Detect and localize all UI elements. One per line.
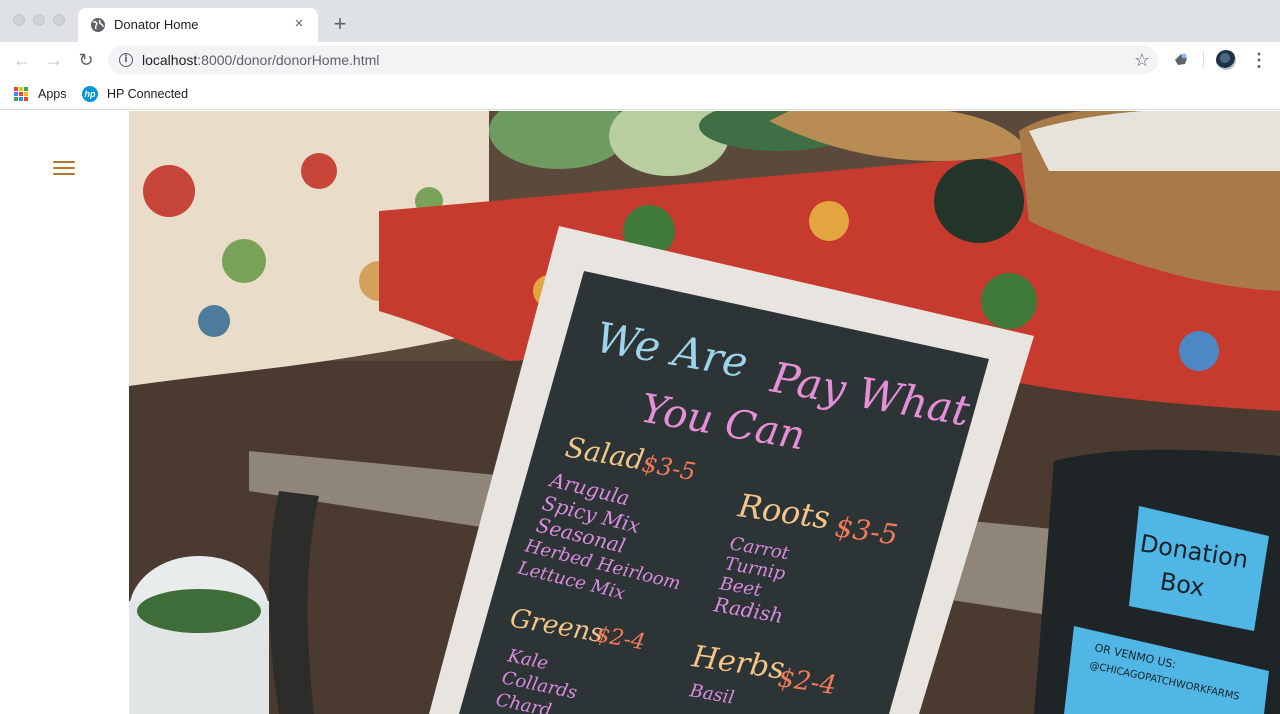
reload-icon[interactable]: ↻ [75,49,97,71]
address-bar[interactable]: i localhost:8000/donor/donorHome.html ☆ [108,46,1158,74]
tab-close-icon[interactable]: × [290,15,308,33]
url-host: localhost [142,52,198,68]
bookmark-label: HP Connected [107,87,189,101]
url-text[interactable]: localhost:8000/donor/donorHome.html [142,52,379,68]
tab-strip: Donator Home × + [0,0,1280,42]
back-arrow-icon[interactable]: ← [11,49,33,71]
sidebar [0,111,129,714]
url-path: :8000/donor/donorHome.html [197,52,380,68]
new-tab-button[interactable]: + [330,13,350,35]
browser-tab[interactable]: Donator Home × [78,8,318,42]
browser-menu-icon[interactable]: ⋮ [1250,50,1268,70]
toolbar-divider [1203,51,1204,67]
window-minimize-button[interactable] [33,14,45,26]
site-info-icon[interactable]: i [119,53,133,67]
bookmark-label: Apps [38,87,67,101]
window-maximize-button[interactable] [53,14,65,26]
globe-icon [91,18,105,32]
hero-image: We Are Pay What You Can Salad $3-5 Arugu… [129,111,1280,714]
forward-arrow-icon[interactable]: → [43,49,65,71]
page-content: We Are Pay What You Can Salad $3-5 Arugu… [0,111,1280,714]
hamburger-menu-icon[interactable] [53,161,75,177]
browser-toolbar: ← → ↻ i localhost:8000/donor/donorHome.h… [0,42,1280,78]
bookmark-hp-connected[interactable]: hp HP Connected [82,84,188,104]
bookmark-apps[interactable]: Apps [14,84,67,104]
profile-avatar[interactable] [1216,50,1236,70]
bookmark-star-icon[interactable]: ☆ [1134,49,1150,71]
tab-title: Donator Home [114,17,199,32]
farm-stand-photo: We Are Pay What You Can Salad $3-5 Arugu… [129,111,1280,714]
extension-icon[interactable] [1172,50,1190,68]
apps-grid-icon [14,87,28,101]
window-close-button[interactable] [13,14,25,26]
bookmarks-bar: Apps hp HP Connected [0,78,1280,110]
hp-logo-icon: hp [82,86,98,102]
